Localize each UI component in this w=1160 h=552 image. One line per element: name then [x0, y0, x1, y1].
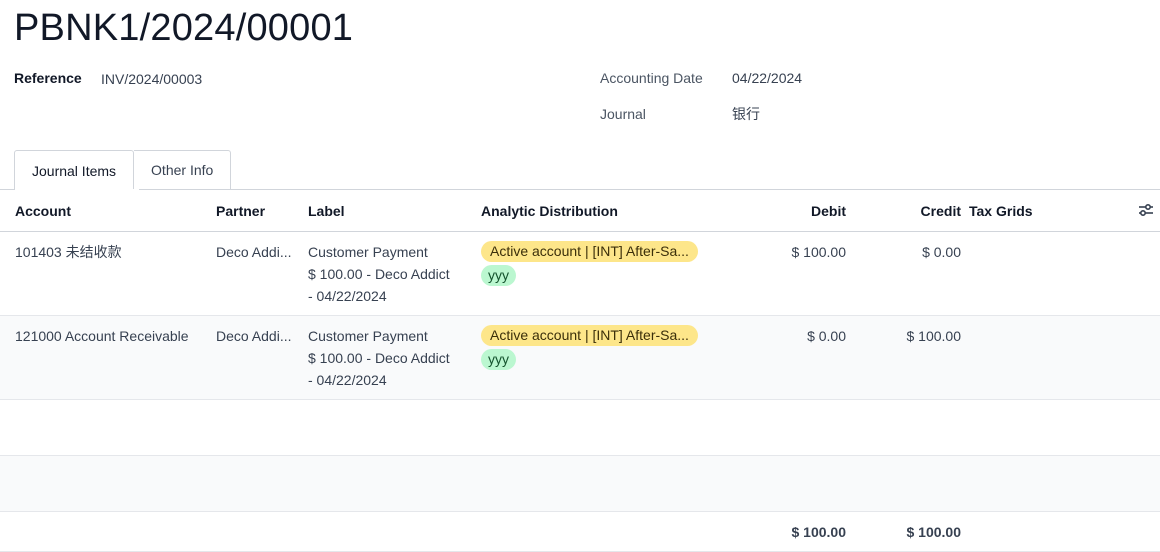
record-title: PBNK1/2024/00001	[14, 7, 354, 49]
empty-row[interactable]	[0, 399, 1160, 456]
cell-account[interactable]: 101403 未结收款	[0, 231, 212, 316]
cell-tax-grids[interactable]	[965, 231, 1160, 316]
label-line: Customer Payment	[308, 328, 428, 344]
accounting-date-value[interactable]: 04/22/2024	[732, 69, 802, 87]
notebook-tabs: Journal Items Other Info	[14, 150, 232, 190]
table-row[interactable]: 121000 Account Receivable Deco Addi... C…	[0, 315, 1160, 400]
column-partner[interactable]: Partner	[212, 190, 304, 232]
journal-value[interactable]: 银行	[732, 105, 760, 123]
analytic-tag-secondary[interactable]: yyy	[481, 349, 516, 370]
cell-label[interactable]: Customer Payment $ 100.00 - Deco Addict …	[304, 315, 477, 400]
label-line: Customer Payment	[308, 244, 428, 260]
journal-items-table: Account Partner Label Analytic Distribut…	[0, 190, 1160, 552]
analytic-tag-secondary[interactable]: yyy	[481, 265, 516, 286]
accounting-date-label: Accounting Date	[600, 70, 703, 86]
column-analytic-distribution[interactable]: Analytic Distribution	[477, 190, 720, 232]
column-account[interactable]: Account	[0, 190, 212, 232]
analytic-tag[interactable]: Active account | [INT] After-Sa...	[481, 325, 698, 346]
column-credit[interactable]: Credit	[850, 190, 965, 232]
cell-debit[interactable]: $ 100.00	[720, 231, 850, 316]
table-header: Account Partner Label Analytic Distribut…	[0, 190, 1160, 232]
total-debit: $ 100.00	[720, 511, 850, 552]
cell-analytic-distribution[interactable]: Active account | [INT] After-Sa... yyy	[477, 231, 720, 316]
column-label[interactable]: Label	[304, 190, 477, 232]
label-line: $ 100.00 - Deco Addict	[308, 266, 450, 282]
cell-partner[interactable]: Deco Addi...	[212, 315, 304, 400]
tab-journal-items[interactable]: Journal Items	[14, 150, 135, 190]
reference-label: Reference	[14, 70, 82, 86]
label-line: $ 100.00 - Deco Addict	[308, 350, 450, 366]
cell-analytic-distribution[interactable]: Active account | [INT] After-Sa... yyy	[477, 315, 720, 400]
empty-row[interactable]	[0, 455, 1160, 512]
cell-credit[interactable]: $ 100.00	[850, 315, 965, 400]
journal-label: Journal	[600, 106, 646, 122]
label-line: - 04/22/2024	[308, 372, 387, 388]
cell-account[interactable]: 121000 Account Receivable	[0, 315, 212, 400]
label-line: - 04/22/2024	[308, 288, 387, 304]
sliders-icon[interactable]	[1138, 202, 1154, 218]
totals-row: $ 100.00 $ 100.00	[0, 511, 1160, 552]
cell-partner[interactable]: Deco Addi...	[212, 231, 304, 316]
cell-debit[interactable]: $ 0.00	[720, 315, 850, 400]
total-credit: $ 100.00	[850, 511, 965, 552]
tab-other-info[interactable]: Other Info	[134, 150, 232, 189]
cell-tax-grids[interactable]	[965, 315, 1160, 400]
analytic-tag[interactable]: Active account | [INT] After-Sa...	[481, 241, 698, 262]
column-tax-grids[interactable]: Tax Grids	[965, 190, 1160, 232]
cell-label[interactable]: Customer Payment $ 100.00 - Deco Addict …	[304, 231, 477, 316]
reference-value[interactable]: INV/2024/00003	[101, 70, 202, 88]
column-debit[interactable]: Debit	[720, 190, 850, 232]
cell-credit[interactable]: $ 0.00	[850, 231, 965, 316]
table-row[interactable]: 101403 未结收款 Deco Addi... Customer Paymen…	[0, 231, 1160, 316]
